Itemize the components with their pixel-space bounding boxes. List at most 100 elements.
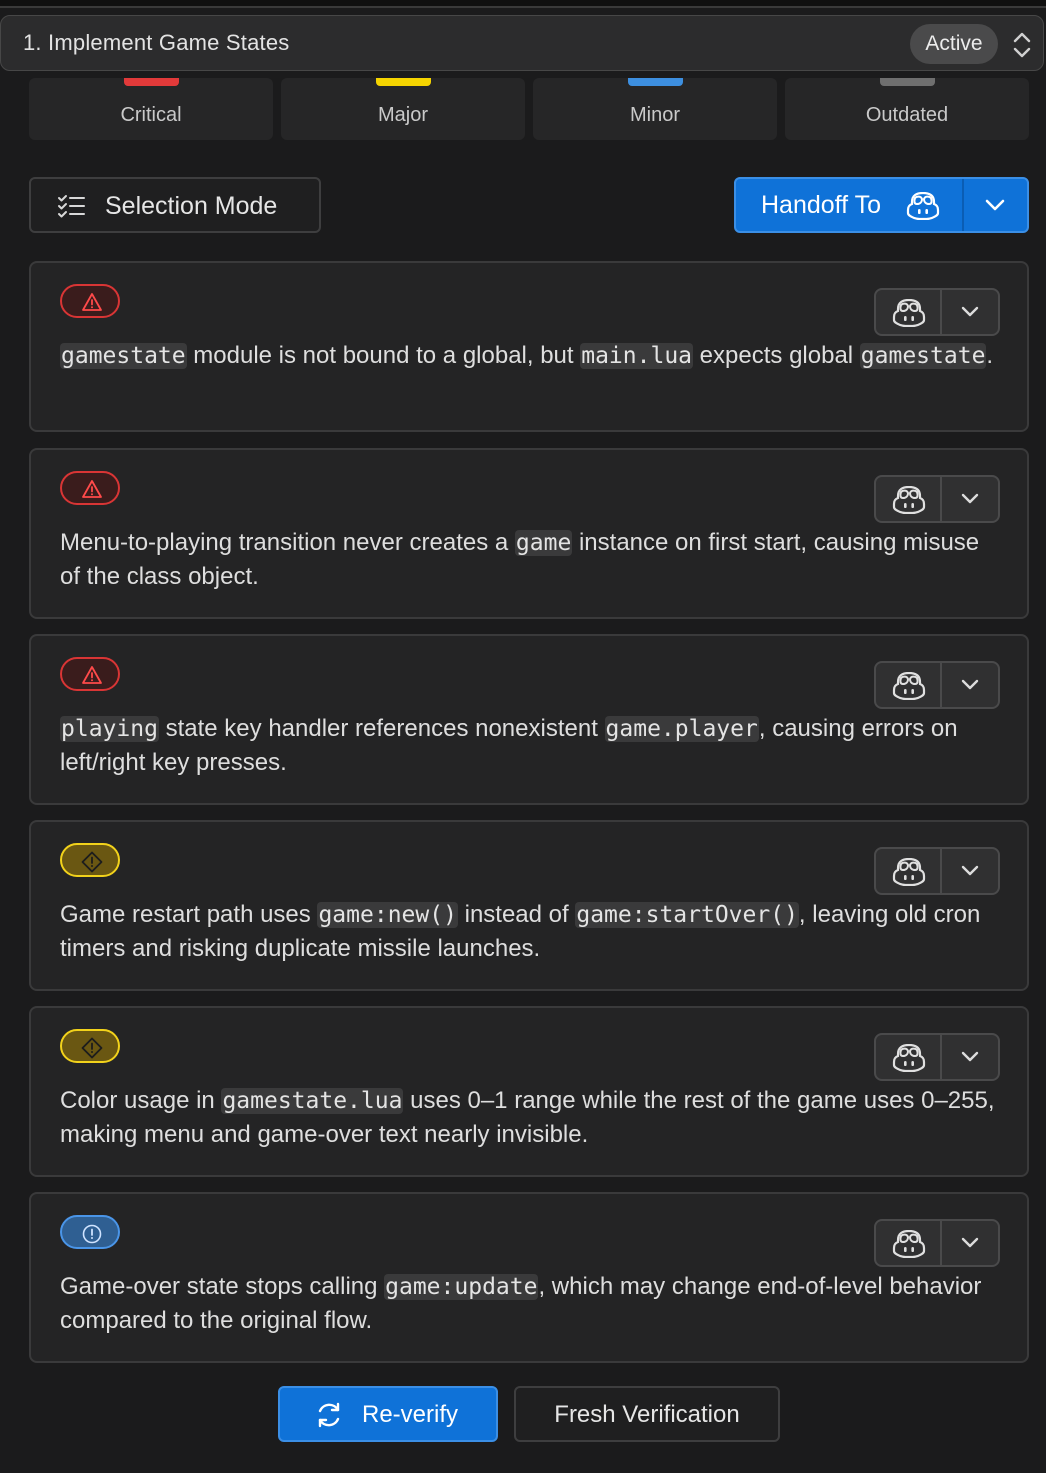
issue-description: Menu-to-playing transition never creates… [60,526,1005,593]
issue-card: playing state key handler references non… [29,634,1029,805]
delegate-to-agent-button[interactable] [876,477,940,521]
delegate-to-agent-button[interactable] [876,290,940,334]
description-text: instead of [457,901,576,928]
severity-badge-critical [60,471,120,505]
issue-card: Game restart path uses game:new() instea… [29,820,1029,991]
inline-code: game:new() [317,902,458,928]
issue-description: Game-over state stops calling game:updat… [60,1270,1005,1337]
inline-code: gamestate [859,343,987,369]
refresh-icon [318,1402,340,1428]
issue-card: Menu-to-playing transition never creates… [29,448,1029,619]
handoff-to-button[interactable]: Handoff To [736,179,962,231]
severity-badge-minor [60,1215,120,1249]
severity-swatch [628,78,683,86]
description-text: Color usage in [60,1087,222,1114]
issue-card: gamestate module is not bound to a globa… [29,261,1029,432]
issue-card: Game-over state stops calling game:updat… [29,1192,1029,1363]
fresh-verification-button[interactable]: Fresh Verification [514,1386,780,1442]
issue-options-dropdown[interactable] [942,849,998,893]
fresh-verification-label: Fresh Verification [554,1401,740,1428]
handoff-split-button: Handoff To [734,177,1029,233]
copilot-bot-icon [892,858,926,886]
filter-label: Minor [629,104,680,126]
severity-swatch [880,78,935,86]
chevron-down-icon [961,1051,979,1062]
handoff-dropdown-button[interactable] [964,179,1027,231]
inline-code: gamestate.lua [221,1088,404,1114]
chevron-down-icon [961,1237,979,1248]
severity-badge-critical [60,657,120,691]
issue-actions [874,475,1000,523]
copilot-bot-icon [906,192,940,220]
description-text: state key handler references nonexistent [158,715,605,742]
filter-minor[interactable]: Minor [533,78,777,140]
chevron-down-icon [961,306,979,317]
issue-description: playing state key handler references non… [60,712,1005,779]
warning-triangle-icon [82,666,102,684]
issue-actions [874,847,1000,895]
inline-code: playing [60,716,159,742]
issue-options-dropdown[interactable] [942,290,998,334]
chevron-down-icon [961,679,979,690]
description-text: expects global [693,342,860,369]
issue-actions [874,661,1000,709]
delegate-to-agent-button[interactable] [876,1035,940,1079]
inline-code: game [514,530,573,556]
delegate-to-agent-button[interactable] [876,663,940,707]
description-text: Menu-to-playing transition never creates… [60,529,515,556]
copilot-bot-icon [892,299,926,327]
handoff-label: Handoff To [761,191,882,219]
chevron-up-down-icon[interactable] [1011,30,1033,60]
issue-actions [874,288,1000,336]
inline-code: game:update [384,1274,539,1300]
filter-major[interactable]: Major [281,78,525,140]
issue-options-dropdown[interactable] [942,663,998,707]
issue-actions [874,1033,1000,1081]
filter-outdated[interactable]: Outdated [785,78,1029,140]
issue-card: Color usage in gamestate.lua uses 0–1 ra… [29,1006,1029,1177]
description-text: Game restart path uses [60,901,318,928]
issue-description: gamestate module is not bound to a globa… [60,339,1005,373]
copilot-bot-icon [892,672,926,700]
delegate-to-agent-button[interactable] [876,849,940,893]
inline-code: gamestate [60,343,187,369]
severity-badge-critical [60,284,120,318]
issue-options-dropdown[interactable] [942,1221,998,1265]
reverify-button[interactable]: Re-verify [278,1386,498,1442]
filter-label: Critical [120,104,182,126]
issue-actions [874,1219,1000,1267]
inline-code: game:startOver() [575,902,799,928]
issue-options-dropdown[interactable] [942,1035,998,1079]
severity-swatch [124,78,179,86]
inline-code: main.lua [580,343,694,369]
severity-badge-major [60,843,120,877]
copilot-bot-icon [892,1044,926,1072]
status-badge[interactable]: Active [910,24,998,64]
warning-triangle-icon [82,293,102,311]
severity-swatch [376,78,431,86]
chevron-down-icon [961,493,979,504]
top-divider [0,0,1046,8]
delegate-to-agent-button[interactable] [876,1221,940,1265]
chevron-down-icon [961,865,979,876]
issue-description: Color usage in gamestate.lua uses 0–1 ra… [60,1084,1005,1151]
info-circle-icon [82,1224,102,1244]
step-title: 1. Implement Game States [23,30,290,55]
description-text: . [986,342,994,369]
filter-label: Outdated [865,104,949,126]
warning-diamond-icon [81,1037,103,1059]
plan-step-header[interactable]: 1. Implement Game States Active [0,15,1044,71]
copilot-bot-icon [892,486,926,514]
filter-label: Major [377,104,428,126]
filter-critical[interactable]: Critical [29,78,273,140]
reverify-label: Re-verify [362,1401,459,1428]
warning-diamond-icon [81,851,103,873]
checklist-icon [58,195,85,218]
issue-options-dropdown[interactable] [942,477,998,521]
description-text: Game-over state stops calling [60,1273,385,1300]
inline-code: game.player [604,716,759,742]
chevron-down-icon [985,199,1005,211]
selection-mode-button[interactable]: Selection Mode [29,177,321,233]
selection-mode-label: Selection Mode [105,192,278,220]
description-text: module is not bound to a global, but [186,342,581,369]
